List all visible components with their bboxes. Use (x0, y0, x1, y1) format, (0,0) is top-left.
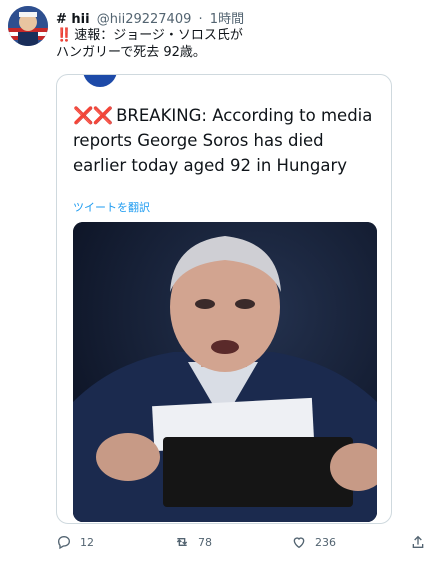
user-handle[interactable]: @hii29227409 (97, 12, 192, 27)
separator: · (198, 12, 203, 27)
retweet-button[interactable]: 78 (174, 534, 212, 550)
reply-count: 12 (80, 535, 94, 549)
translate-tweet-link[interactable]: ツイートを翻訳 (73, 199, 150, 215)
reply-icon (57, 535, 71, 550)
retweet-count: 78 (198, 535, 212, 549)
timestamp[interactable]: 1時間 (210, 12, 244, 27)
tweet-text-line-1-body: 速報：ジョージ・ソロス氏が (74, 28, 243, 43)
reply-button[interactable]: 12 (56, 534, 94, 550)
action-bar: 12 78 236 (56, 534, 426, 552)
avatar-image (8, 6, 48, 46)
retweet-icon (176, 538, 188, 546)
quoted-tweet-card[interactable]: ❌❌ BREAKING: According to media reports G… (56, 74, 392, 524)
quoted-tweet-photo[interactable] (73, 222, 377, 522)
tweet-text: ‼️ 速報：ジョージ・ソロス氏が ハンガリーで死去 92歳。 (56, 27, 416, 61)
tweet-text-line-2: ハンガリーで死去 92歳。 (56, 45, 206, 60)
like-count: 236 (315, 535, 336, 549)
double-exclamation-icon: ‼️ (56, 28, 73, 43)
tweet-text-line-1: ‼️ 速報：ジョージ・ソロス氏が (56, 27, 416, 44)
like-icon (293, 537, 305, 549)
photo-image (73, 222, 377, 522)
share-icon (412, 535, 424, 548)
quoted-avatar[interactable] (83, 75, 117, 87)
quoted-tweet-body: BREAKING: According to media reports Geo… (73, 106, 373, 175)
share-button[interactable] (410, 534, 430, 550)
quoted-tweet-text: ❌❌ BREAKING: According to media reports G… (73, 103, 378, 178)
display-name[interactable]: # hii (56, 12, 90, 27)
cross-mark-icon: ❌❌ (73, 106, 113, 125)
tweet-header: # hii @hii29227409 · 1時間 (56, 8, 244, 27)
like-button[interactable]: 236 (291, 534, 336, 550)
avatar[interactable] (8, 6, 48, 46)
